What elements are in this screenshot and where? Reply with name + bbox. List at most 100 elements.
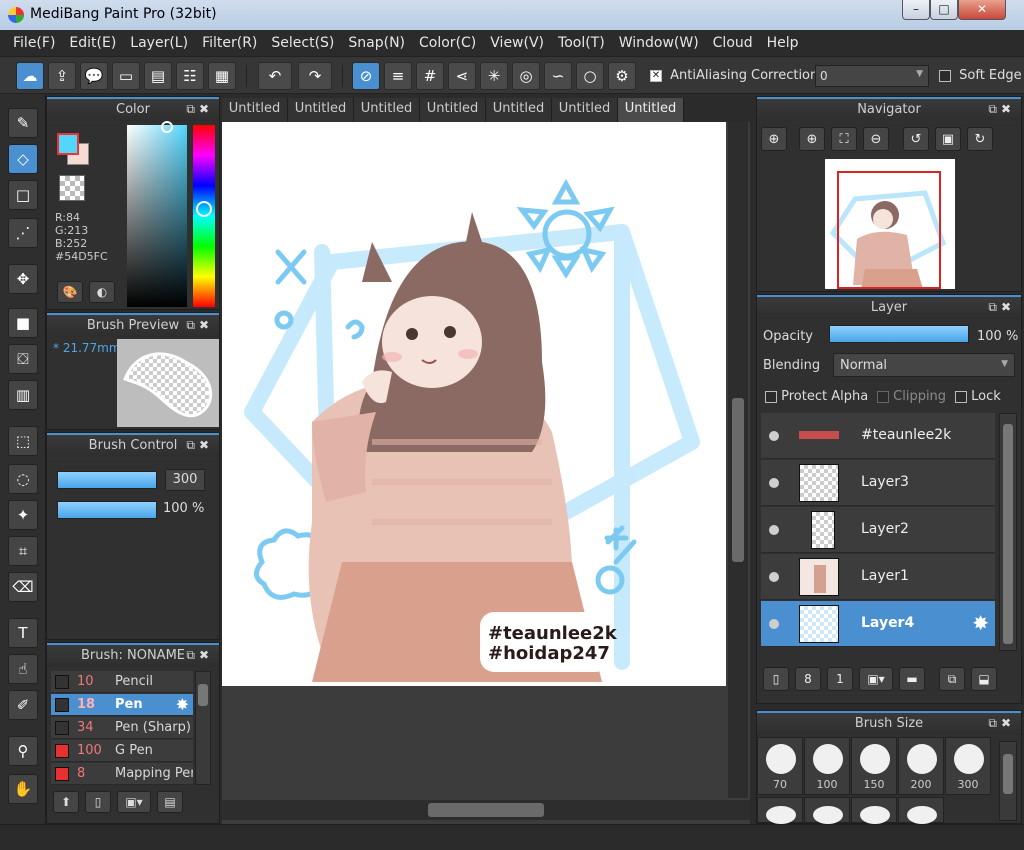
dot-tool-icon[interactable]: ⋰ <box>8 218 38 248</box>
rotate-left-icon[interactable]: ↺ <box>903 127 929 151</box>
brush-item-pen-sharp[interactable]: 34 Pen (Sharp) <box>51 717 193 739</box>
curve-snap-icon[interactable]: ∽ <box>544 62 572 90</box>
chat-icon[interactable]: ▭ <box>112 62 140 90</box>
tab-untitled-6[interactable]: Untitled <box>552 98 618 122</box>
brush-item-pen[interactable]: 18 Pen ✸ <box>51 694 193 716</box>
redo-icon[interactable]: ↷ <box>298 62 332 90</box>
menu-layer[interactable]: Layer(L) <box>123 35 195 51</box>
brush-size-preset[interactable]: 150 <box>851 737 897 795</box>
canvas-vscroll-thumb[interactable] <box>732 398 744 562</box>
menu-file[interactable]: File(F) <box>6 35 62 51</box>
tab-untitled-2[interactable]: Untitled <box>288 98 354 122</box>
tab-untitled-1[interactable]: Untitled <box>222 98 288 122</box>
add-brush-icon[interactable]: ▣▾ <box>117 791 151 813</box>
visibility-eye-icon[interactable] <box>769 572 779 582</box>
gear-icon[interactable]: ✸ <box>176 695 189 714</box>
visibility-eye-icon[interactable] <box>769 478 779 488</box>
divide-tool-icon[interactable]: ✐ <box>8 690 38 720</box>
parallel-snap-icon[interactable]: ≡ <box>384 62 412 90</box>
clipping-checkbox[interactable]: Clipping <box>877 389 946 404</box>
brush-list-scrollbar[interactable] <box>195 671 211 785</box>
rectangle-tool-icon[interactable]: □ <box>8 180 38 210</box>
brush-size-preset[interactable] <box>757 797 803 824</box>
folder-icon[interactable]: ▬ <box>899 667 925 691</box>
navigator-view-frame[interactable] <box>837 171 941 289</box>
brush-size-preset[interactable]: 70 <box>757 737 803 795</box>
undo-icon[interactable]: ↶ <box>258 62 292 90</box>
select-rect-tool-icon[interactable]: ⬚ <box>8 426 38 456</box>
bucket-tool-icon[interactable]: ⛋ <box>8 344 38 374</box>
lasso-tool-icon[interactable]: ◌ <box>8 464 38 494</box>
cloud-brush-icon[interactable]: ⬆ <box>53 791 79 813</box>
fit-screen-icon[interactable]: ⛶ <box>831 127 857 151</box>
brush-size-preset[interactable]: 100 <box>804 737 850 795</box>
zoom-out-icon[interactable]: ⊖ <box>863 127 889 151</box>
new-brush-icon[interactable]: ▯ <box>85 791 111 813</box>
lock-checkbox[interactable]: Lock <box>955 389 1001 404</box>
clipping-check-icon[interactable] <box>877 390 889 403</box>
eyedropper-tool-icon[interactable]: ⚲ <box>8 736 38 766</box>
brush-size-value[interactable]: 300 <box>165 469 205 491</box>
color-history-icon[interactable]: ◐ <box>89 281 115 303</box>
protect-alpha-checkbox[interactable]: Protect Alpha <box>765 389 868 404</box>
new-1bit-layer-icon[interactable]: 1 <box>827 667 853 691</box>
rotate-right-icon[interactable]: ↻ <box>967 127 993 151</box>
concentric-snap-icon[interactable]: ◎ <box>512 62 540 90</box>
layer-list-scrollbar[interactable] <box>999 413 1017 651</box>
sv-picker-handle[interactable] <box>161 121 173 133</box>
layer-row-layer1[interactable]: Layer1 <box>761 554 995 600</box>
layer-row-layer4[interactable]: Layer4 ✸ <box>761 601 995 647</box>
panel-popout-close-icon[interactable]: ⧉✖ <box>186 99 213 120</box>
hue-slider-handle[interactable] <box>196 201 212 217</box>
share-icon[interactable]: ⇪ <box>48 62 76 90</box>
reset-view-icon[interactable]: ▣ <box>935 127 961 151</box>
menu-help[interactable]: Help <box>760 35 806 51</box>
merge-layer-icon[interactable]: ⬓ <box>971 667 997 691</box>
brush-size-preset[interactable] <box>898 797 944 824</box>
drawing-canvas[interactable]: #teaunlee2k #hoidap247 <box>222 122 726 686</box>
select-pen-tool-icon[interactable]: ⌗ <box>8 536 38 566</box>
panel-popout-close-icon[interactable]: ⧉✖ <box>186 315 213 336</box>
canvas-hscroll-thumb[interactable] <box>428 803 544 817</box>
tab-untitled-3[interactable]: Untitled <box>354 98 420 122</box>
text-tool-icon[interactable]: T <box>8 618 38 648</box>
brush-tool-icon[interactable]: ✎ <box>8 108 38 138</box>
visibility-eye-icon[interactable] <box>769 431 779 441</box>
document-icon[interactable]: ▤ <box>144 62 172 90</box>
minimize-button[interactable]: – <box>902 0 930 20</box>
new-8bit-layer-icon[interactable]: 8 <box>795 667 821 691</box>
protect-alpha-check-icon[interactable] <box>765 390 777 403</box>
palette-icon[interactable]: 🎨 <box>57 281 83 303</box>
panel-popout-close-icon[interactable]: ⧉✖ <box>988 713 1015 734</box>
soft-edge-checkbox[interactable]: Soft Edge <box>939 68 1022 83</box>
eraser-tool-icon[interactable]: ◇ <box>8 144 38 174</box>
brush-list-scroll-thumb[interactable] <box>198 684 208 706</box>
cloud-save-icon[interactable]: ☁ <box>16 62 44 90</box>
brush-size-slider[interactable] <box>57 471 157 489</box>
tab-untitled-7[interactable]: Untitled <box>618 98 684 122</box>
menu-edit[interactable]: Edit(E) <box>62 35 123 51</box>
brush-size-preset[interactable] <box>804 797 850 824</box>
brush-size-preset[interactable] <box>851 797 897 824</box>
select-eraser-tool-icon[interactable]: ⌫ <box>8 572 38 602</box>
menu-snap[interactable]: Snap(N) <box>341 35 412 51</box>
layer-row-layer3[interactable]: Layer3 <box>761 460 995 506</box>
panel-popout-close-icon[interactable]: ⧉✖ <box>988 99 1015 120</box>
brush-settings-icon[interactable]: ▤ <box>157 791 183 813</box>
zoom-info-icon[interactable]: ⊕ <box>761 127 787 151</box>
gear-icon[interactable]: ✸ <box>972 611 989 635</box>
snap-settings-icon[interactable]: ⚙ <box>608 62 636 90</box>
canvas-vertical-scrollbar[interactable] <box>728 122 748 798</box>
menu-tool[interactable]: Tool(T) <box>551 35 612 51</box>
hand-tool-icon[interactable]: ✋ <box>8 774 38 804</box>
blending-select[interactable]: Normal ▼ <box>833 353 1015 377</box>
brush-size-preset[interactable]: 200 <box>898 737 944 795</box>
brush-item-mapping-pen[interactable]: 8 Mapping Pen <box>51 763 193 785</box>
antialiasing-check-icon[interactable]: ✕ <box>650 69 662 82</box>
zoom-in-icon[interactable]: ⊕ <box>799 127 825 151</box>
fill-rect-tool-icon[interactable]: ■ <box>8 308 38 338</box>
grid-tile-icon[interactable]: ▦ <box>208 62 236 90</box>
layer-row-layer2[interactable]: Layer2 <box>761 507 995 553</box>
brush-size-scrollbar[interactable] <box>999 741 1017 821</box>
maximize-button[interactable]: □ <box>930 0 958 20</box>
